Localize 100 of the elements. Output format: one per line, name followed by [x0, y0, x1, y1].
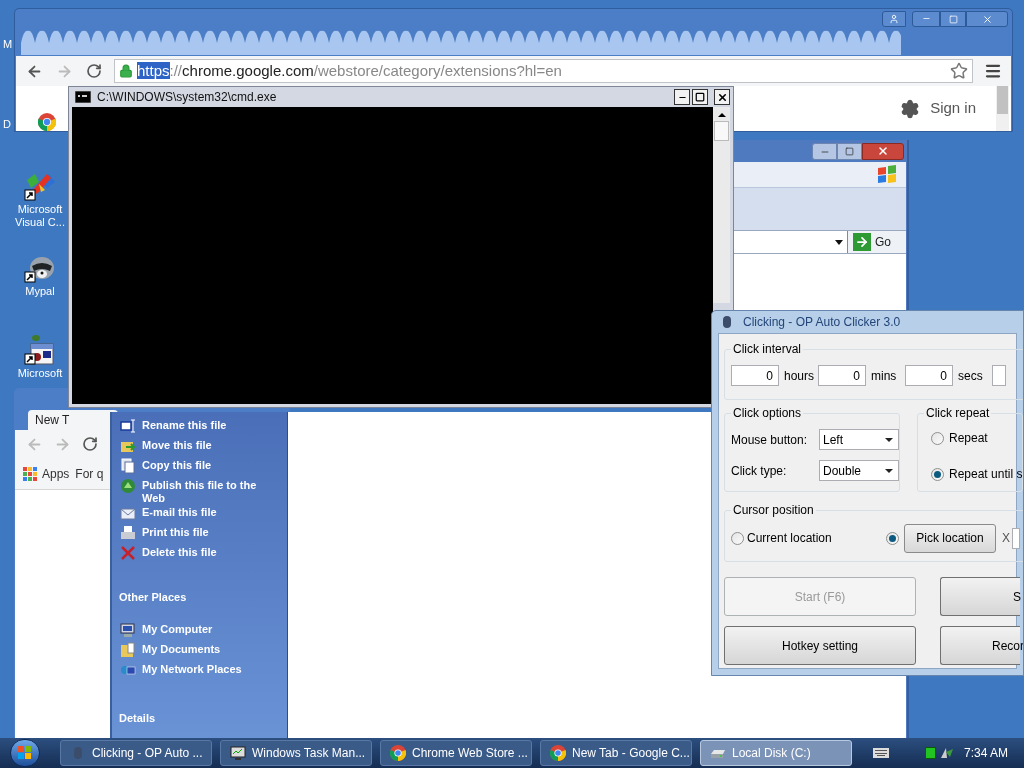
profile-button[interactable] — [882, 11, 906, 27]
task-link[interactable]: E-mail this file — [142, 505, 272, 519]
dropdown-arrow-icon — [885, 437, 893, 442]
taskbar-button[interactable]: Clicking - OP Auto ... — [60, 740, 212, 766]
pick-location-button[interactable]: Pick location — [904, 523, 996, 553]
task-link[interactable]: Copy this file — [142, 458, 272, 472]
monitor-icon — [230, 745, 246, 761]
task-link[interactable]: Delete this file — [142, 545, 272, 559]
address-bar[interactable]: https://chrome.google.com/webstore/category/extensions?hl=en — [114, 59, 973, 83]
bookmark-link[interactable]: Apps — [42, 464, 70, 483]
apps-grid-icon — [23, 466, 37, 481]
icon-label: M — [3, 38, 13, 51]
rename-icon — [120, 418, 136, 434]
go-button[interactable]: Go — [853, 233, 891, 251]
close-icon — [716, 91, 728, 103]
person-icon — [889, 14, 899, 24]
scrollbar[interactable] — [713, 107, 730, 303]
computer-icon — [120, 621, 136, 638]
settings-icon[interactable] — [900, 98, 921, 119]
number-field[interactable]: 0 — [731, 365, 779, 386]
keyboard-icon — [872, 748, 889, 758]
copy-icon — [120, 458, 136, 474]
number-field[interactable]: 0 — [905, 365, 953, 386]
section-heading: Details — [119, 710, 157, 726]
number-field[interactable]: 0 — [818, 365, 866, 386]
reload-button[interactable] — [80, 434, 100, 454]
minimize-button[interactable] — [674, 89, 690, 105]
field-label: Click type: — [731, 462, 788, 480]
section-heading: Other Places — [119, 590, 188, 605]
dropdown[interactable]: Double — [819, 460, 899, 481]
browser-tab[interactable]: New T — [28, 410, 118, 430]
close-icon — [981, 13, 993, 25]
action-button[interactable]: Hotkey setting — [724, 626, 916, 665]
reload-icon — [86, 63, 102, 79]
chrome-logo-icon — [550, 745, 566, 761]
window-title: C:\WINDOWS\system32\cmd.exe — [97, 89, 277, 106]
sign-in-link[interactable]: Sign in — [930, 97, 976, 120]
icon-label[interactable]: Microsoft — [9, 367, 71, 380]
maximize-icon — [695, 92, 705, 102]
group-heading: Cursor position — [731, 502, 816, 518]
icon-label[interactable]: Mypal — [9, 285, 71, 298]
radio-label: Current location — [747, 530, 833, 547]
radio-button[interactable] — [931, 431, 944, 445]
number-field[interactable] — [1012, 527, 1020, 549]
close-button[interactable] — [714, 89, 730, 105]
dropdown[interactable]: Left — [819, 429, 899, 450]
task-link[interactable]: Publish this file to the Web — [142, 478, 272, 505]
close-icon — [877, 145, 889, 157]
windows-flag-icon — [876, 164, 898, 185]
unit-label: hours — [784, 367, 816, 385]
scrollbar[interactable] — [996, 86, 1009, 131]
task-link[interactable]: Move this file — [142, 438, 272, 452]
maximize-icon — [845, 146, 854, 156]
globe-icon — [120, 478, 136, 494]
chrome-logo-icon — [390, 745, 406, 761]
window-title: Clicking - OP Auto Clicker 3.0 — [743, 314, 901, 331]
radio-button[interactable] — [731, 531, 744, 545]
task-link[interactable]: Rename this file — [142, 418, 272, 432]
windows-flag-icon — [18, 746, 32, 760]
place-link[interactable]: My Computer — [142, 621, 213, 638]
number-field[interactable] — [992, 365, 1006, 386]
unit-label: mins — [871, 367, 898, 385]
start-button[interactable] — [10, 739, 40, 767]
maximize-button[interactable] — [692, 89, 708, 105]
reload-button[interactable] — [84, 61, 104, 81]
radio-button[interactable] — [931, 467, 944, 481]
task-link[interactable]: Print this file — [142, 525, 272, 539]
icon-label: D — [3, 118, 11, 131]
maximize-icon — [948, 14, 958, 24]
shortcut-icon — [23, 334, 57, 366]
field-label: Mouse button: — [731, 431, 809, 449]
action-button[interactable]: S — [940, 577, 1020, 616]
group-heading: Click repeat — [924, 405, 992, 421]
radio-label: Repeat — [949, 430, 988, 447]
menu-icon — [984, 62, 1002, 80]
lock-icon — [119, 64, 133, 78]
reload-icon — [82, 436, 98, 452]
address-dropdown[interactable] — [733, 231, 848, 253]
folder-icon — [120, 641, 136, 658]
clock: 7:34 AM — [963, 745, 1008, 762]
place-link[interactable]: My Documents — [142, 641, 221, 658]
icon-label[interactable]: Microsoft Visual C... — [9, 203, 71, 229]
dropdown-arrow-icon — [835, 239, 843, 245]
console-icon — [75, 91, 91, 103]
status-icon — [924, 747, 936, 759]
bookmark-link[interactable]: For q — [75, 464, 104, 483]
dropdown-arrow-icon — [885, 468, 893, 473]
unit-label: secs — [958, 367, 984, 385]
envelope-icon — [120, 505, 136, 521]
network-icon — [939, 746, 954, 760]
taskbar-button[interactable]: Chrome Web Store ... — [380, 740, 532, 766]
url-text: https://chrome.google.com/webstore/category/extensions?hl=en — [137, 62, 562, 80]
radio-button[interactable] — [886, 531, 899, 545]
taskbar-button[interactable]: Windows Task Man... — [220, 740, 372, 766]
star-icon[interactable] — [950, 62, 968, 80]
scroll-thumb[interactable] — [714, 121, 729, 141]
axis-label: X — [1002, 530, 1010, 547]
scroll-up-icon — [717, 113, 726, 117]
printer-icon — [120, 525, 136, 541]
taskbar-button[interactable]: New Tab - Google C... — [540, 740, 692, 766]
